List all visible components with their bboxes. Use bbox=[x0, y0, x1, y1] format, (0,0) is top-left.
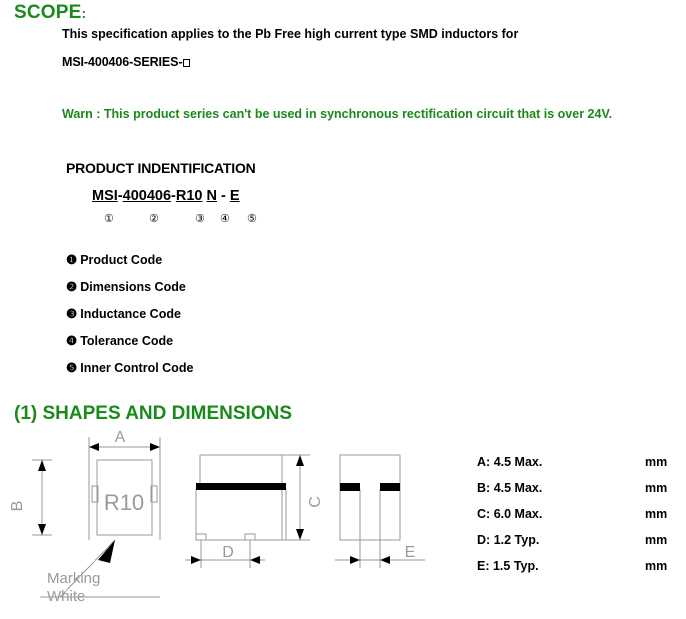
part-number-segment-1: MSI bbox=[92, 188, 118, 204]
dimension-label-b: B: bbox=[477, 481, 491, 495]
code-legend-marker-2: ❷ bbox=[66, 280, 78, 294]
arrowhead-c-top bbox=[296, 455, 304, 466]
code-legend-item-4: ❹ Tolerance Code bbox=[66, 333, 173, 348]
part-number-marker-4: ④ bbox=[220, 213, 230, 225]
scope-series-text: MSI-400406-SERIES- bbox=[62, 55, 183, 69]
missing-glyph-box bbox=[183, 58, 191, 67]
product-identification-title: PRODUCT INDENTIFICATION bbox=[66, 160, 256, 176]
mid-view-termination-band bbox=[196, 483, 286, 490]
scope-warning: Warn : This product series can't be used… bbox=[62, 107, 613, 121]
dim-label-b: B bbox=[9, 501, 26, 512]
code-legend-item-2: ❷ Dimensions Code bbox=[66, 279, 186, 294]
part-number-marker-3: ③ bbox=[195, 213, 205, 225]
arrowhead-c-bottom bbox=[296, 529, 304, 540]
scope-heading-colon: : bbox=[81, 5, 87, 21]
part-number-marker-2: ② bbox=[149, 213, 159, 225]
scope-heading: SCOPE: bbox=[14, 2, 86, 24]
arrowhead-e-right bbox=[380, 556, 390, 564]
callout-line-2: White bbox=[47, 588, 85, 605]
arrowhead-a-right bbox=[150, 443, 160, 451]
dimension-row-b: B: 4.5 Max. bbox=[477, 481, 542, 495]
dimension-unit-c: mm bbox=[645, 507, 668, 521]
arrowhead-b-top bbox=[38, 460, 46, 471]
code-legend-marker-5: ❺ bbox=[66, 361, 78, 375]
arrowhead-b-bottom bbox=[38, 524, 46, 535]
part-number-marker-5: ⑤ bbox=[247, 213, 257, 225]
code-legend-label-2: Dimensions Code bbox=[80, 280, 186, 294]
dimension-value-c: 6.0 Max. bbox=[493, 507, 543, 521]
dimension-label-d: D: bbox=[477, 533, 491, 547]
dimension-value-d: 1.2 Typ. bbox=[493, 533, 540, 547]
code-legend-label-1: Product Code bbox=[80, 253, 163, 267]
part-number-breakdown: MSI-400406-R10 N - E bbox=[92, 188, 240, 204]
scope-series-line: MSI-400406-SERIES- bbox=[62, 55, 191, 69]
body-marking-label: R10 bbox=[104, 490, 144, 515]
code-legend-label-3: Inductance Code bbox=[80, 307, 181, 321]
callout-line-1: Marking bbox=[47, 570, 100, 587]
scope-description-line: This specification applies to the Pb Fre… bbox=[62, 27, 519, 41]
dimension-row-e: E: 1.5 Typ. bbox=[477, 559, 539, 573]
dimension-value-b: 4.5 Max. bbox=[493, 481, 543, 495]
code-legend-label-4: Tolerance Code bbox=[80, 334, 174, 348]
code-legend-label-5: Inner Control Code bbox=[80, 361, 194, 375]
code-legend-item-1: ❶ Product Code bbox=[66, 252, 162, 267]
scope-heading-text: SCOPE bbox=[14, 2, 82, 23]
dimension-label-c: C: bbox=[477, 507, 491, 521]
dim-label-a: A bbox=[115, 429, 126, 446]
part-number-segment-2: 400406 bbox=[122, 188, 172, 204]
part-number-segment-3: R10 bbox=[175, 188, 203, 204]
shapes-and-dimensions-drawing: A B C D E R10 Marking White bbox=[9, 429, 425, 605]
dim-label-c: C bbox=[307, 496, 324, 508]
code-legend-marker-4: ❹ bbox=[66, 334, 78, 348]
mid-view-foot-left bbox=[195, 533, 207, 541]
dimension-unit-d: mm bbox=[645, 533, 668, 547]
right-view-body bbox=[339, 454, 401, 541]
arrowhead-a-left bbox=[89, 443, 99, 451]
callout-arrowhead bbox=[98, 540, 115, 563]
dimension-value-e: 1.5 Typ. bbox=[492, 559, 539, 573]
dimension-label-a: A: bbox=[477, 455, 491, 469]
part-number-marker-1: ① bbox=[104, 213, 114, 225]
part-number-segment-5: E bbox=[229, 188, 240, 204]
dimension-unit-a: mm bbox=[645, 455, 668, 469]
code-legend-item-5: ❺ Inner Control Code bbox=[66, 360, 193, 375]
dim-label-e: E bbox=[405, 544, 416, 561]
code-legend-marker-1: ❶ bbox=[66, 253, 78, 267]
arrowhead-d-left bbox=[191, 556, 201, 564]
dimension-row-c: C: 6.0 Max. bbox=[477, 507, 542, 521]
dimension-unit-b: mm bbox=[645, 481, 668, 495]
right-view-termination-right bbox=[380, 483, 400, 491]
code-legend-marker-3: ❸ bbox=[66, 307, 78, 321]
mid-view-foot-right bbox=[244, 533, 256, 541]
dimension-row-a: A: 4.5 Max. bbox=[477, 455, 542, 469]
dim-label-d: D bbox=[222, 544, 234, 561]
dimension-label-e: E: bbox=[477, 559, 490, 573]
dimension-row-d: D: 1.2 Typ. bbox=[477, 533, 539, 547]
arrowhead-d-right bbox=[250, 556, 260, 564]
mid-view-lower-body bbox=[195, 488, 287, 541]
dimension-unit-e: mm bbox=[645, 559, 668, 573]
part-number-segment-4: N bbox=[206, 188, 217, 204]
arrowhead-e-left bbox=[350, 556, 360, 564]
code-legend-item-3: ❸ Inductance Code bbox=[66, 306, 181, 321]
right-view-termination-left bbox=[340, 483, 360, 491]
dimension-value-a: 4.5 Max. bbox=[493, 455, 543, 469]
